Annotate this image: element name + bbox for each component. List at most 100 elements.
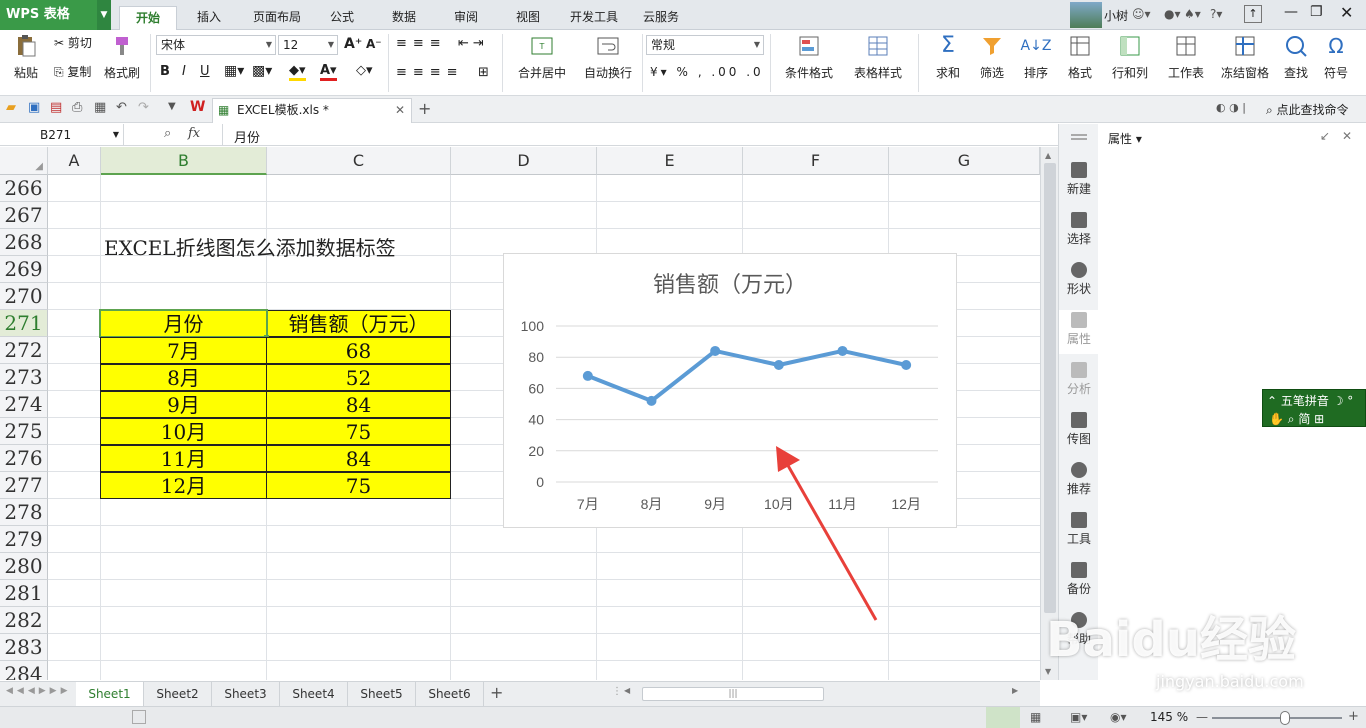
row-header[interactable]: 266 <box>0 175 48 202</box>
row-header[interactable]: 272 <box>0 337 48 364</box>
format-button[interactable]: 格式 <box>1060 34 1100 81</box>
ime-search-icon[interactable]: ⌕ <box>1288 412 1299 426</box>
vertical-scroll-thumb[interactable] <box>1044 163 1056 613</box>
worksheet-button[interactable]: 工作表 <box>1160 34 1212 81</box>
properties-pane-title[interactable]: 属性 ▾ <box>1108 130 1142 147</box>
zoom-in-icon[interactable]: + <box>1348 709 1359 724</box>
column-header-g[interactable]: G <box>889 147 1040 175</box>
row-header[interactable]: 268 <box>0 229 48 256</box>
name-box[interactable]: B271 ▼ <box>0 124 124 146</box>
tab-data[interactable]: 数据 <box>380 6 428 30</box>
user-name[interactable]: 小树 <box>1104 7 1128 24</box>
sheet-nav-arrows[interactable]: ◀◀◀▶▶▶ <box>6 686 72 696</box>
sort-button[interactable]: A↓Z 排序 <box>1016 34 1056 81</box>
scroll-right-icon[interactable]: ▶ <box>1012 686 1018 695</box>
print-preview-icon[interactable]: ▦ <box>94 100 106 115</box>
function-icon[interactable]: fx <box>188 126 200 141</box>
sidebar-item-shape[interactable]: 形状 <box>1059 262 1099 297</box>
font-name-select[interactable]: 宋体 ▼ <box>156 35 276 55</box>
row-header[interactable]: 282 <box>0 607 48 634</box>
row-header[interactable]: 278 <box>0 499 48 526</box>
cut-button[interactable]: ✂ 剪切 <box>54 34 92 52</box>
series-line[interactable] <box>585 348 909 403</box>
row-header[interactable]: 267 <box>0 202 48 229</box>
tab-page-layout[interactable]: 页面布局 <box>245 6 309 30</box>
shrink-font-icon[interactable]: A⁻ <box>366 37 382 51</box>
data-point[interactable] <box>773 360 784 370</box>
table-row[interactable]: 9月 <box>100 391 267 418</box>
export-pdf-icon[interactable]: ▤ <box>50 100 62 115</box>
ime-collapse-icon[interactable]: ⌃ <box>1267 394 1281 408</box>
row-header[interactable]: 273 <box>0 364 48 391</box>
sheet-tab-2[interactable]: Sheet2 <box>144 682 212 706</box>
freeze-panes-button[interactable]: 冻结窗格 <box>1216 34 1274 81</box>
restore-icon[interactable]: ❐ <box>1310 4 1323 20</box>
row-header[interactable]: 271 <box>0 310 48 337</box>
scroll-up-icon[interactable]: ▲ <box>1045 151 1051 160</box>
copy-button[interactable]: ⎘ 复制 <box>54 63 91 81</box>
format-painter-button[interactable]: 格式刷 <box>102 34 142 81</box>
sheet-tab-3[interactable]: Sheet3 <box>212 682 280 706</box>
column-header-d[interactable]: D <box>451 147 597 175</box>
font-color-icon[interactable]: A▾ <box>320 63 337 81</box>
table-row[interactable]: 84 <box>266 391 451 418</box>
eye-protect-icon[interactable]: ◉▾ <box>1110 710 1127 724</box>
border-icon[interactable]: ▦▾ <box>224 63 244 79</box>
shirt-icon[interactable]: ♠▾ <box>1184 7 1201 21</box>
data-point[interactable] <box>582 370 593 381</box>
grow-font-icon[interactable]: A⁺ <box>344 36 362 52</box>
tab-insert[interactable]: 插入 <box>185 6 233 30</box>
reading-mode-icon[interactable]: ▣▾ <box>1070 710 1087 724</box>
row-header[interactable]: 280 <box>0 553 48 580</box>
wrap-text-button[interactable]: 自动换行 <box>578 34 638 81</box>
close-icon[interactable]: ✕ <box>1340 3 1353 22</box>
table-row[interactable]: 68 <box>266 337 451 364</box>
ime-grid-icon[interactable]: ⊞ <box>1310 412 1324 426</box>
select-all-corner[interactable]: ◢ <box>0 147 48 175</box>
sidebar-item-properties[interactable]: 属性 <box>1059 310 1099 354</box>
underline-icon[interactable]: U <box>200 64 210 79</box>
table-row[interactable]: 52 <box>266 364 451 391</box>
column-header-e[interactable]: E <box>597 147 743 175</box>
tab-home[interactable]: 开始 <box>119 6 177 30</box>
fill-pattern-icon[interactable]: ▩▾ <box>252 63 272 79</box>
table-header-sales[interactable]: 销售额（万元） <box>266 310 451 337</box>
row-header[interactable]: 270 <box>0 283 48 310</box>
italic-icon[interactable]: I <box>182 64 186 79</box>
upload-icon[interactable]: ↑ <box>1244 5 1262 23</box>
sidebar-grip-icon[interactable] <box>1071 134 1087 140</box>
zoom-out-icon[interactable]: — <box>1196 710 1208 724</box>
quick-search[interactable]: ⌕ 点此查找命令 <box>1266 101 1349 118</box>
pane-close-icon[interactable]: ✕ <box>1342 129 1352 143</box>
normal-view-icon[interactable] <box>986 707 1020 728</box>
column-header-c[interactable]: C <box>267 147 451 175</box>
wps-menu-button[interactable]: WPS 表格 ▼ <box>0 0 111 30</box>
zoom-slider[interactable] <box>1212 717 1342 719</box>
row-header[interactable]: 275 <box>0 418 48 445</box>
formula-input[interactable]: 月份 <box>234 127 260 146</box>
row-header[interactable]: 277 <box>0 472 48 499</box>
sidebar-item-select[interactable]: 选择 <box>1059 212 1099 247</box>
sidebar-item-recommend[interactable]: 推荐 <box>1059 462 1099 497</box>
undo-icon[interactable]: ↶ <box>116 100 127 115</box>
tab-developer[interactable]: 开发工具 <box>562 6 626 30</box>
tab-menu-icons[interactable]: ◐ ◑ | <box>1216 101 1246 114</box>
sheet-tab-5[interactable]: Sheet5 <box>348 682 416 706</box>
conditional-format-button[interactable]: 条件格式 <box>776 34 842 81</box>
find-button[interactable]: 查找 <box>1276 34 1316 81</box>
wps-logo-icon[interactable]: W <box>190 99 205 115</box>
add-sheet-icon[interactable]: + <box>490 683 503 702</box>
chart-title[interactable]: 销售额（万元） <box>653 272 807 297</box>
symbol-button[interactable]: Ω 符号 <box>1318 34 1354 81</box>
align-top-icons[interactable]: ≡≡≡ <box>396 36 447 51</box>
zoom-level[interactable]: 145 % <box>1150 710 1188 724</box>
pane-dock-icon[interactable]: ↙ <box>1320 129 1330 143</box>
sidebar-item-tools[interactable]: 工具 <box>1059 512 1099 547</box>
table-row[interactable]: 75 <box>266 418 451 445</box>
zoom-search-icon[interactable]: ⌕ <box>164 126 171 141</box>
page-break-view-icon[interactable]: ▦ <box>1030 710 1041 724</box>
column-header-a[interactable]: A <box>48 147 101 175</box>
ime-toolbar[interactable]: ⌃ 五笔拼音 ☽ ° ✋ ⌕ 简 ⊞ <box>1262 389 1366 427</box>
close-tab-icon[interactable]: ✕ <box>395 99 405 121</box>
save-icon[interactable]: ▣ <box>28 100 40 115</box>
